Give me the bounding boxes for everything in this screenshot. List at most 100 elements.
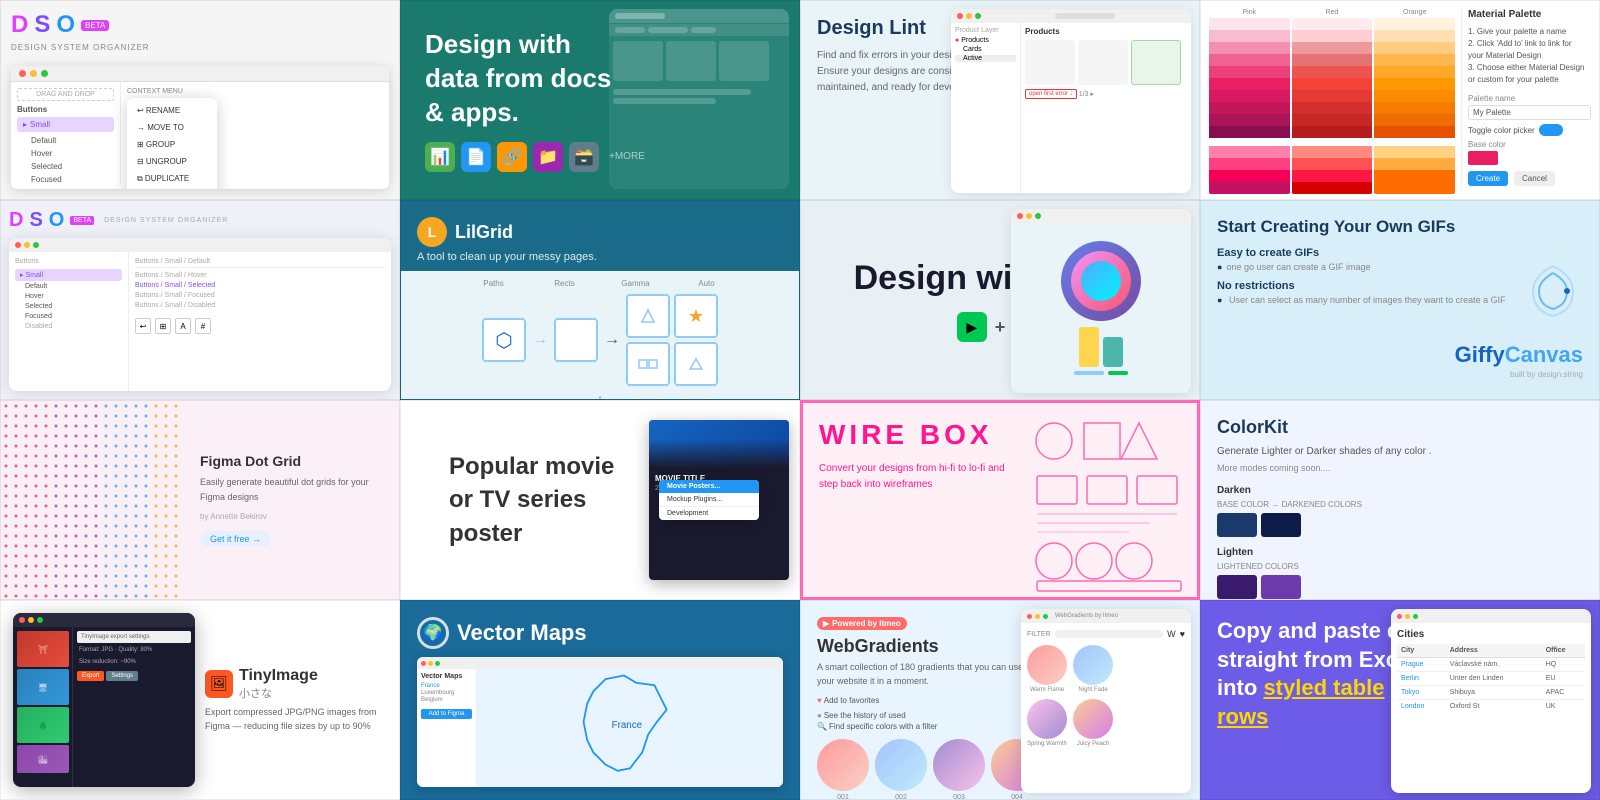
giffy-logo-light: Canvas bbox=[1505, 342, 1583, 367]
workflow-node-4: ★ bbox=[674, 294, 718, 338]
giffy-section2-desc: User can select as many number of images… bbox=[1229, 295, 1506, 305]
cell-figma-dot-grid: Figma Dot Grid Easily generate beautiful… bbox=[0, 400, 400, 600]
palette-config-title: Material Palette bbox=[1468, 9, 1591, 20]
movie-poster-title: Popular movie or TV series poster bbox=[449, 450, 629, 551]
lint-mockup: Product Layer ● Products Cards Active Pr… bbox=[951, 9, 1191, 193]
wireframe-preview bbox=[1029, 411, 1189, 595]
cell-vector-maps: 🌍 Vector Maps Vector Maps France bbox=[400, 600, 800, 800]
table-preview-title: Cities bbox=[1397, 629, 1585, 640]
workflow-arrow-1: → bbox=[532, 331, 548, 349]
icon-button-3[interactable]: A bbox=[175, 318, 191, 334]
palette-left: Pink bbox=[1209, 9, 1455, 191]
icon-button-2[interactable]: ⊞ bbox=[155, 318, 171, 334]
logo-d: D bbox=[11, 11, 28, 39]
tinyimage-export-btn[interactable]: Export bbox=[77, 671, 104, 681]
main-grid: D S O BETA DESIGN SYSTEM ORGANIZER DRAG … bbox=[0, 0, 1600, 800]
group-item[interactable]: ⊞ GROUP bbox=[127, 136, 217, 153]
giffy-section1-desc: one go user can create a GIF image bbox=[1226, 262, 1370, 272]
giffy-section1-title: Easy to create GIFs bbox=[1217, 247, 1583, 259]
cancel-button[interactable]: Cancel bbox=[1514, 171, 1555, 186]
cell-giffycanvas: Start Creating Your Own GIFs Easy to cre… bbox=[1200, 200, 1600, 400]
cell-colorkit: ColorKit Generate Lighter or Darker shad… bbox=[1200, 400, 1600, 600]
small-button-item[interactable]: ▸ Small bbox=[17, 117, 114, 132]
movie-posters-option[interactable]: Movie Posters... bbox=[659, 480, 759, 493]
ungroup-item[interactable]: ⊟ UNGROUP bbox=[127, 153, 217, 170]
tinyimage-subtitle: 小さな bbox=[239, 685, 318, 701]
darken-label: Darken bbox=[1217, 485, 1583, 496]
wire-box-desc: Convert your designs from hi-fi to lo-fi… bbox=[819, 461, 1011, 493]
selected-item[interactable]: Selected bbox=[17, 160, 114, 173]
workflow-node-5 bbox=[626, 342, 670, 386]
focused-item[interactable]: Focused bbox=[17, 173, 114, 186]
tinyimage-desc: Export compressed JPG/PNG images from Fi… bbox=[205, 705, 387, 734]
dso5-subtitle: DESIGN SYSTEM ORGANIZER bbox=[104, 217, 228, 224]
cell-table-paste: Copy and paste data straight from Excel … bbox=[1200, 600, 1600, 800]
development-option[interactable]: Development bbox=[659, 507, 759, 520]
dot-grid-button[interactable]: Get it free → bbox=[200, 531, 271, 547]
delete-item[interactable]: 🗑 DELETE bbox=[127, 188, 217, 189]
city-berlin: Berlin bbox=[1397, 672, 1446, 686]
close-dot bbox=[19, 70, 26, 77]
dso-subtitle: DESIGN SYSTEM ORGANIZER bbox=[11, 43, 389, 52]
folder-icon: 📁 bbox=[533, 142, 563, 172]
cell-tinyimage: ⛩ 🖥 🌲 🏙 TinyImage export settings Format… bbox=[0, 600, 400, 800]
cell-design-with-data: Design with data from docs & apps. 📊 📄 🔗… bbox=[400, 0, 800, 200]
create-button[interactable]: Create bbox=[1468, 171, 1508, 186]
link-icon: 🔗 bbox=[497, 142, 527, 172]
dot-grid-desc: Easily generate beautiful dot grids for … bbox=[200, 475, 383, 504]
cell-material-palette: Pink bbox=[1200, 0, 1600, 200]
lilgrid-title: LilGrid bbox=[455, 222, 513, 243]
poster-dropdown: Movie Posters... Mockup Plugins... Devel… bbox=[659, 480, 759, 520]
vector-maps-preview: Vector Maps France Luxembourg Belgium Ad… bbox=[417, 657, 783, 787]
default-item[interactable]: Default bbox=[17, 134, 114, 147]
tinyimage-settings-btn[interactable]: Settings bbox=[106, 671, 138, 681]
cell-design-with-lottie: Design with Lottie ▶ + ✦ bbox=[800, 200, 1200, 400]
palette-instructions: 1. Give your palette a name 2. Click 'Ad… bbox=[1468, 26, 1591, 86]
light-swatch-2 bbox=[1261, 575, 1301, 599]
lottie-preview-mockup bbox=[1011, 209, 1191, 393]
table-paste-highlight: styled table rows bbox=[1217, 675, 1384, 729]
vector-maps-globe-icon: 🌍 bbox=[417, 617, 449, 649]
office-berlin: EU bbox=[1542, 672, 1585, 686]
col-address: Address bbox=[1446, 644, 1542, 658]
icon-button-1[interactable]: ↩ bbox=[135, 318, 151, 334]
cell-design-system-organizer: D S O BETA DESIGN SYSTEM ORGANIZER DRAG … bbox=[0, 0, 400, 200]
lilgrid-logo: L bbox=[417, 217, 447, 247]
data-screenshot-mockup bbox=[609, 9, 789, 189]
context-menu-label: CONTEXT MENU bbox=[127, 88, 383, 95]
cell-design-lint: Design Lint Find and fix errors in your … bbox=[800, 0, 1200, 200]
add-to-figma-button[interactable]: Add to Figma bbox=[421, 709, 472, 719]
gradient-001: 001 Warm Flame Copy CSS bbox=[817, 739, 869, 800]
office-tokyo: APAC bbox=[1542, 686, 1585, 700]
mockup-plugins-option[interactable]: Mockup Plugins... bbox=[659, 493, 759, 507]
workflow-star-node: ☆ bbox=[593, 392, 607, 400]
disabled-item: Disabled bbox=[17, 186, 114, 189]
rename-item[interactable]: ↩ RENAME bbox=[127, 102, 217, 119]
poster-mockup: MOVIE TITLE 2024 Movie Posters... Mockup… bbox=[649, 420, 789, 580]
drag-drop-label: DRAG AND DROP bbox=[17, 88, 114, 101]
dark-swatch-1 bbox=[1217, 513, 1257, 537]
move-to-item[interactable]: → MOVE TO bbox=[127, 119, 217, 136]
tinyimage-title: TinyImage bbox=[239, 667, 318, 685]
lilgrid-desc: A tool to clean up your messy pages. bbox=[417, 251, 783, 263]
tinyimage-logo-icon: 🖼 bbox=[205, 670, 233, 698]
workflow-node-3 bbox=[626, 294, 670, 338]
hover-item[interactable]: Hover bbox=[17, 147, 114, 160]
dot-grid-text: Figma Dot Grid Easily generate beautiful… bbox=[184, 401, 399, 599]
addr-berlin: Unter den Linden bbox=[1446, 672, 1542, 686]
duplicate-item[interactable]: ⧉ DUPLICATE bbox=[127, 170, 217, 188]
addr-prague: Václavské nám. bbox=[1446, 658, 1542, 672]
dot-grid-preview bbox=[1, 401, 184, 599]
office-prague: HQ bbox=[1542, 658, 1585, 672]
powered-by-badge: ▶ Powered by Itmeo bbox=[817, 617, 907, 630]
docs-icon: 📄 bbox=[461, 142, 491, 172]
addr-tokyo: Shibuya bbox=[1446, 686, 1542, 700]
dso-mockup-window: DRAG AND DROP Buttons ▸ Small Default Ho… bbox=[11, 66, 389, 189]
table-paste-preview: Cities City Address Office Prague bbox=[1391, 609, 1591, 793]
context-menu: ↩ RENAME → MOVE TO ⊞ GROUP ⊟ UNGROUP ⧉ D… bbox=[127, 98, 217, 189]
icon-button-4[interactable]: # bbox=[195, 318, 211, 334]
addr-london: Oxford St bbox=[1446, 700, 1542, 714]
maximize-dot bbox=[41, 70, 48, 77]
giffy-title: Start Creating Your Own GIFs bbox=[1217, 217, 1583, 237]
dot-grid-title: Figma Dot Grid bbox=[200, 453, 383, 469]
